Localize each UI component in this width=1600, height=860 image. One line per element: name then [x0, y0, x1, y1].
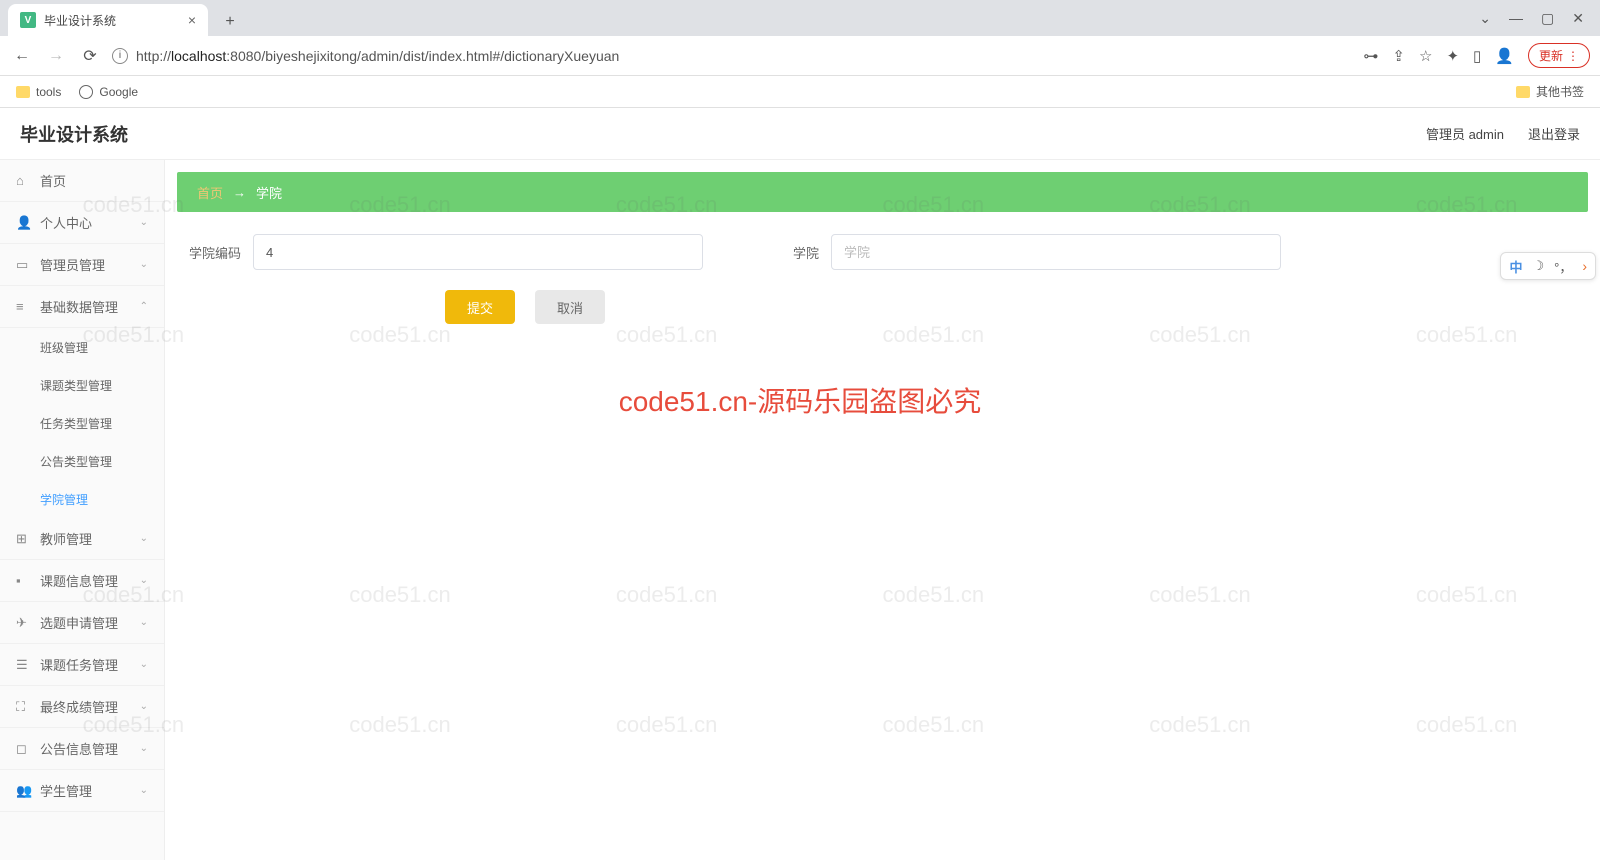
sub-college[interactable]: 学院管理 [0, 480, 164, 518]
input-college-code[interactable] [253, 234, 703, 270]
submit-button[interactable]: 提交 [445, 290, 515, 324]
bookmark-tools[interactable]: tools [16, 85, 61, 99]
globe-icon [79, 85, 93, 99]
nav-topic-task[interactable]: ☰ 课题任务管理 ⌄ [0, 644, 164, 686]
close-window-icon[interactable]: ✕ [1572, 10, 1584, 27]
app-header: 毕业设计系统 管理员 admin 退出登录 [0, 108, 1600, 160]
breadcrumb-home[interactable]: 首页 [197, 183, 223, 202]
label-college-name: 学院 [763, 243, 819, 262]
bookmark-google[interactable]: Google [79, 85, 138, 99]
nav-final-grade[interactable]: ⛶ 最终成绩管理 ⌄ [0, 686, 164, 728]
teacher-icon: ⊞ [16, 531, 30, 547]
browser-chrome: V 毕业设计系统 × + ⌄ — ▢ ✕ ← → ⟳ i http://loca… [0, 0, 1600, 108]
chevron-down-icon: ⌄ [140, 533, 148, 544]
maximize-icon[interactable]: ▢ [1541, 10, 1554, 27]
tab-bar: V 毕业设计系统 × + ⌄ — ▢ ✕ [0, 0, 1600, 36]
content: 首页 → 学院 学院编码 学院 提交 取消 [165, 160, 1600, 860]
chevron-down-icon: ⌄ [140, 701, 148, 712]
window-controls: ⌄ — ▢ ✕ [1479, 0, 1600, 36]
nav-personal[interactable]: 👤 个人中心 ⌄ [0, 202, 164, 244]
student-icon: 👥 [16, 783, 30, 799]
nav-student[interactable]: 👥 学生管理 ⌄ [0, 770, 164, 812]
breadcrumb-sep: → [233, 185, 246, 200]
chevron-down-icon: ⌄ [140, 659, 148, 670]
nav-admin-mgmt[interactable]: ▭ 管理员管理 ⌄ [0, 244, 164, 286]
chevron-up-icon: ⌃ [140, 301, 148, 312]
reload-button[interactable]: ⟳ [78, 44, 102, 68]
sub-topic-type[interactable]: 课题类型管理 [0, 366, 164, 404]
card-icon: ▭ [16, 257, 30, 273]
update-button[interactable]: 更新⋮ [1528, 43, 1590, 68]
nav-base-data[interactable]: ≡ 基础数据管理 ⌃ [0, 286, 164, 328]
extension-icon[interactable]: ✦ [1446, 47, 1459, 65]
chevron-down-icon: ⌄ [140, 575, 148, 586]
url-text: http://localhost:8080/biyeshejixitong/ad… [136, 48, 619, 64]
header-right: 管理员 admin 退出登录 [1426, 124, 1580, 143]
tab-title: 毕业设计系统 [44, 12, 116, 29]
field-college-name: 学院 [763, 234, 1281, 270]
ime-lang-icon[interactable]: 中 [1509, 257, 1522, 276]
logout-link[interactable]: 退出登录 [1528, 124, 1580, 143]
list-icon: ≡ [16, 299, 30, 314]
nav-home[interactable]: ⌂ 首页 [0, 160, 164, 202]
cancel-button[interactable]: 取消 [535, 290, 605, 324]
ime-comma[interactable]: °， [1554, 257, 1572, 276]
send-icon: ✈ [16, 615, 30, 631]
notice-icon: ◻ [16, 741, 30, 757]
chevron-down-icon: ⌄ [140, 259, 148, 270]
user-icon: 👤 [16, 215, 30, 231]
share-icon[interactable]: ⇪ [1392, 47, 1405, 65]
address-icons: ⊶ ⇪ ☆ ✦ ▯ 👤 更新⋮ [1363, 43, 1590, 68]
folder-icon [1516, 86, 1530, 98]
nav-topic-info[interactable]: ▪ 课题信息管理 ⌄ [0, 560, 164, 602]
panel-icon[interactable]: ▯ [1473, 47, 1481, 65]
profile-icon[interactable]: 👤 [1495, 47, 1514, 65]
form-area: 学院编码 学院 [165, 224, 1600, 280]
label-college-code: 学院编码 [185, 243, 241, 262]
dropdown-icon[interactable]: ⌄ [1479, 10, 1491, 27]
address-bar: ← → ⟳ i http://localhost:8080/biyeshejix… [0, 36, 1600, 76]
site-info-icon[interactable]: i [112, 48, 128, 64]
ime-toolbar[interactable]: 中 ☽ °， › [1500, 252, 1596, 280]
sub-notice-type[interactable]: 公告类型管理 [0, 442, 164, 480]
vue-favicon: V [20, 12, 36, 28]
bookmarks-bar: tools Google 其他书签 [0, 76, 1600, 108]
sidebar: ⌂ 首页 👤 个人中心 ⌄ ▭ 管理员管理 ⌄ ≡ 基础数据管理 ⌃ 班级管理 … [0, 160, 165, 860]
browser-tab[interactable]: V 毕业设计系统 × [8, 4, 208, 36]
expand-icon: ⛶ [16, 699, 30, 715]
chevron-down-icon: ⌄ [140, 617, 148, 628]
admin-label[interactable]: 管理员 admin [1426, 124, 1504, 143]
back-button[interactable]: ← [10, 44, 34, 68]
main: ⌂ 首页 👤 个人中心 ⌄ ▭ 管理员管理 ⌄ ≡ 基础数据管理 ⌃ 班级管理 … [0, 160, 1600, 860]
key-icon[interactable]: ⊶ [1363, 47, 1378, 65]
forward-button[interactable]: → [44, 44, 68, 68]
moon-icon[interactable]: ☽ [1532, 258, 1544, 274]
breadcrumb-current: 学院 [256, 183, 282, 202]
input-college-name[interactable] [831, 234, 1281, 270]
close-tab-icon[interactable]: × [188, 12, 196, 28]
star-icon[interactable]: ☆ [1419, 47, 1432, 65]
sub-task-type[interactable]: 任务类型管理 [0, 404, 164, 442]
chevron-down-icon: ⌄ [140, 217, 148, 228]
breadcrumb: 首页 → 学院 [177, 172, 1588, 212]
minimize-icon[interactable]: — [1509, 10, 1523, 26]
new-tab-button[interactable]: + [216, 8, 244, 36]
task-icon: ☰ [16, 657, 30, 673]
nav-select-apply[interactable]: ✈ 选题申请管理 ⌄ [0, 602, 164, 644]
button-row: 提交 取消 [165, 280, 1600, 334]
chevron-down-icon: ⌄ [140, 785, 148, 796]
folder-icon [16, 86, 30, 98]
bookmark-other[interactable]: 其他书签 [1516, 83, 1584, 100]
url-field[interactable]: i http://localhost:8080/biyeshejixitong/… [112, 48, 1353, 64]
nav-notice-info[interactable]: ◻ 公告信息管理 ⌄ [0, 728, 164, 770]
chevron-down-icon: ⌄ [140, 743, 148, 754]
sub-class[interactable]: 班级管理 [0, 328, 164, 366]
book-icon: ▪ [16, 573, 30, 588]
field-college-code: 学院编码 [185, 234, 703, 270]
nav-teacher[interactable]: ⊞ 教师管理 ⌄ [0, 518, 164, 560]
ime-arrow-icon[interactable]: › [1582, 258, 1587, 274]
app-title: 毕业设计系统 [20, 121, 128, 147]
home-icon: ⌂ [16, 173, 30, 188]
